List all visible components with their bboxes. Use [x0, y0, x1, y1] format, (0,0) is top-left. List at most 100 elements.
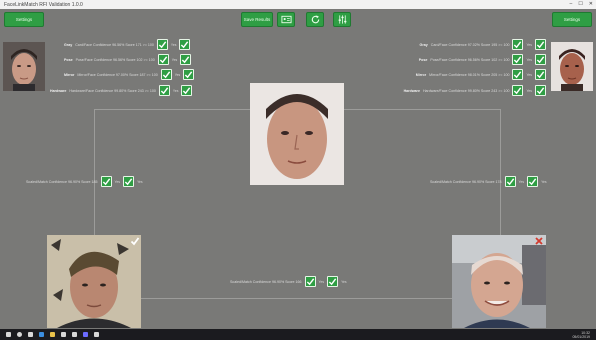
- row-detail: Mirror/Face Confidence 97.00% Score 187 …: [77, 72, 158, 77]
- center-main-portrait: [250, 83, 344, 185]
- check-box-b[interactable]: [181, 85, 193, 96]
- minimize-button[interactable]: –: [570, 1, 573, 7]
- close-icon: [534, 237, 543, 245]
- middle-left-row: Scaled/Match Confidence 96.90% Score 185…: [26, 176, 143, 187]
- app-icon[interactable]: [94, 332, 99, 337]
- row-label: Gray: [419, 42, 428, 47]
- check-box-b[interactable]: [327, 276, 339, 287]
- check-box-a[interactable]: [504, 176, 516, 187]
- left-settings-button[interactable]: Settings: [4, 12, 44, 27]
- app-running-icon[interactable]: [83, 332, 88, 337]
- search-icon[interactable]: [17, 332, 22, 337]
- bottom-right-reject-badge[interactable]: [532, 235, 545, 247]
- task-view-icon[interactable]: [28, 332, 33, 337]
- connector-line: [344, 109, 500, 110]
- row-detail: Scaled/Match Confidence 96.90% Score 166: [230, 279, 302, 284]
- face-portrait-image: [452, 235, 546, 328]
- checkmark-icon: [536, 41, 545, 49]
- check-b-label: Yes: [341, 279, 347, 284]
- row-label: Hardware: [403, 88, 420, 93]
- face-portrait-image: [250, 83, 344, 185]
- close-button[interactable]: ✕: [589, 1, 593, 7]
- check-box-a[interactable]: [160, 69, 172, 80]
- row-detail: Card/Face Confidence 96.56% Score 171 >=…: [75, 42, 154, 47]
- check-a-label: Yes: [526, 42, 532, 47]
- right-settings-button[interactable]: Settings: [552, 12, 592, 27]
- check-box-b[interactable]: [183, 69, 195, 80]
- check-box-a[interactable]: [156, 39, 168, 50]
- id-card-button[interactable]: [277, 12, 295, 27]
- taskbar: 10:32 05/01/2019: [0, 329, 596, 340]
- row-detail: Pose/Face Confidence 96.56% Score 102 >=…: [75, 57, 155, 62]
- check-box-b[interactable]: [535, 69, 546, 80]
- refresh-icon: [311, 15, 319, 24]
- checkmark-icon: [158, 41, 167, 49]
- check-box-a[interactable]: [512, 54, 524, 65]
- checkmark-icon: [181, 41, 189, 49]
- refresh-button[interactable]: [306, 12, 324, 27]
- row-label: Mirror: [64, 72, 75, 77]
- check-a-label: Yes: [171, 57, 178, 62]
- check-box-b[interactable]: [535, 54, 546, 65]
- row-label: Pose: [418, 57, 428, 62]
- check-box-a[interactable]: [512, 85, 524, 96]
- check-box-b[interactable]: [535, 85, 546, 96]
- check-box-a[interactable]: [157, 54, 169, 65]
- check-box-a[interactable]: [304, 276, 316, 287]
- check-box-b[interactable]: [123, 176, 135, 187]
- face-portrait-image: [551, 42, 593, 91]
- checkmark-icon: [506, 178, 514, 186]
- check-b-label: Yes: [541, 179, 547, 184]
- check-a-label: Yes: [526, 72, 532, 77]
- check-box-a[interactable]: [158, 85, 170, 96]
- top-right-row-gray: Gray Card/Face Confidence 97.02% Score 1…: [420, 39, 546, 50]
- row-detail: Pose/Face Confidence 96.56% Score 102 >=…: [430, 57, 510, 62]
- face-portrait-image: [47, 235, 141, 328]
- row-label: Pose: [64, 57, 73, 62]
- check-box-a[interactable]: [100, 176, 112, 187]
- connector-line: [94, 109, 95, 239]
- checkmark-icon: [124, 178, 133, 186]
- bottom-left-check-badge[interactable]: [128, 235, 141, 247]
- window-titlebar: FaceLinkMatch RFI Validation 1.0.0 – ☐ ✕: [0, 0, 596, 9]
- maximize-button[interactable]: ☐: [578, 1, 582, 7]
- check-a-label: Yes: [172, 88, 179, 93]
- row-detail: Scaled/Match Confidence 96.90% Score 185: [26, 179, 98, 184]
- top-right-row-mirror: Mirror Mirror/Face Confidence 98.01% Sco…: [416, 69, 546, 80]
- edge-browser-icon[interactable]: [39, 332, 44, 337]
- store-icon[interactable]: [61, 332, 66, 337]
- checkmark-icon: [536, 71, 545, 79]
- check-box-a[interactable]: [512, 69, 524, 80]
- connector-line: [94, 109, 250, 110]
- check-box-b[interactable]: [180, 54, 192, 65]
- save-results-label: Save Results: [243, 17, 271, 22]
- file-explorer-icon[interactable]: [50, 332, 55, 337]
- checkmark-icon: [159, 56, 167, 64]
- clock-date: 05/01/2019: [572, 335, 590, 339]
- checkmark-icon: [528, 178, 537, 186]
- checkmark-icon: [536, 56, 545, 64]
- connector-line: [500, 109, 501, 239]
- system-tray-clock[interactable]: 10:32 05/01/2019: [572, 331, 590, 339]
- right-settings-label: Settings: [563, 17, 581, 22]
- start-icon[interactable]: [6, 332, 11, 337]
- check-a-label: Yes: [518, 179, 525, 184]
- top-left-row-hardware: Hardware Hardware/Face Confidence 99.80%…: [50, 85, 193, 96]
- check-box-b[interactable]: [179, 39, 191, 50]
- checkmark-icon: [182, 56, 190, 64]
- mail-icon[interactable]: [72, 332, 77, 337]
- checkmark-icon: [183, 87, 191, 95]
- check-box-b[interactable]: [535, 39, 546, 50]
- top-left-row-gray: Gray Card/Face Confidence 96.56% Score 1…: [64, 39, 191, 50]
- check-box-b[interactable]: [527, 176, 539, 187]
- top-right-row-hardware: Hardware Hardware/Face Confidence 99.80%…: [404, 85, 546, 96]
- checkmark-icon: [536, 87, 545, 95]
- check-a-label: Yes: [114, 179, 121, 184]
- checkmark-icon: [185, 71, 193, 79]
- checkmark-icon: [514, 56, 522, 64]
- check-box-a[interactable]: [512, 39, 524, 50]
- save-results-button[interactable]: Save Results: [241, 12, 273, 27]
- middle-right-row: Scaled/Match Confidence 96.90% Score 178…: [430, 176, 547, 187]
- row-label: Mirror: [415, 72, 427, 77]
- adjustments-button[interactable]: [333, 12, 351, 27]
